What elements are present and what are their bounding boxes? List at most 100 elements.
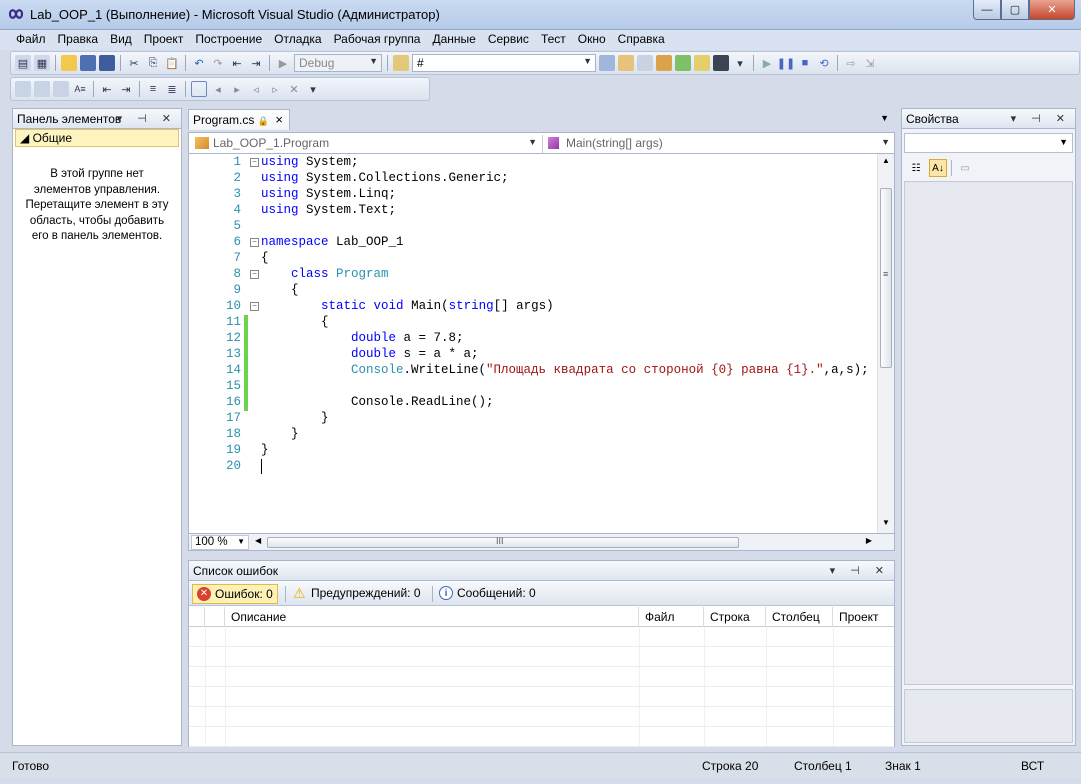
code-line[interactable]: 19}	[189, 443, 879, 459]
warnings-filter-button[interactable]: ⚠ Предупреждений: 0	[289, 584, 425, 604]
code-line[interactable]: 16 Console.ReadLine();	[189, 395, 879, 411]
increase-indent-icon[interactable]: ⇥	[118, 81, 134, 97]
messages-filter-button[interactable]: i Сообщений: 0	[435, 584, 540, 604]
menu-test[interactable]: Тест	[535, 30, 572, 50]
complete-word-icon[interactable]: A≡	[72, 81, 88, 97]
column-header-line[interactable]: Строка	[704, 607, 766, 627]
toolbox-group-general[interactable]: ◢ Общие	[15, 129, 179, 147]
display-object-member-list-icon[interactable]	[15, 81, 31, 97]
menu-window[interactable]: Окно	[572, 30, 612, 50]
code-line[interactable]: 3 using System.Linq;	[189, 187, 879, 203]
vertical-scrollbar[interactable]: ▲ ≡ ▼	[877, 154, 894, 533]
solution-configuration-select[interactable]: Debug ▼	[294, 54, 382, 72]
code-editor[interactable]: 1− using System; 2 using System.Collections…	[188, 154, 895, 533]
column-header-description[interactable]: Описание	[225, 607, 639, 627]
debug-restart-icon[interactable]: ⟲	[816, 55, 832, 71]
panel-controls[interactable]: ▾ ⊣ ✕	[830, 564, 890, 577]
open-folder-icon[interactable]	[61, 55, 77, 71]
comment-lines-icon[interactable]: ≡	[145, 81, 161, 97]
solution-explorer-icon[interactable]	[599, 55, 615, 71]
debug-stop-icon[interactable]: ■	[797, 55, 813, 71]
collapse-icon[interactable]: −	[250, 158, 259, 167]
code-line[interactable]: 6− namespace Lab_OOP_1	[189, 235, 879, 251]
column-header-icon[interactable]	[189, 607, 205, 627]
quick-info-icon[interactable]	[53, 81, 69, 97]
debug-break-icon[interactable]: ❚❚	[777, 55, 795, 71]
vertical-scroll-thumb[interactable]: ≡	[880, 188, 892, 368]
code-line[interactable]: 5	[189, 219, 879, 235]
find-in-files-icon[interactable]	[393, 55, 409, 71]
errors-filter-button[interactable]: ✕ Ошибок: 0	[192, 584, 278, 604]
types-combo[interactable]: Lab_OOP_1.Program ▼	[191, 135, 541, 153]
menu-view[interactable]: Вид	[104, 30, 138, 50]
cut-icon[interactable]: ✂	[126, 55, 142, 71]
team-explorer-icon[interactable]	[694, 55, 710, 71]
active-files-chevron-icon[interactable]: ▼	[880, 113, 889, 123]
command-window-icon[interactable]	[713, 55, 729, 71]
add-item-icon[interactable]: ▦	[34, 55, 50, 71]
scroll-up-icon[interactable]: ▲	[882, 156, 890, 165]
code-line[interactable]: 15	[189, 379, 879, 395]
class-view-icon[interactable]	[675, 55, 691, 71]
property-grid[interactable]	[904, 181, 1073, 685]
object-browser-icon[interactable]	[637, 55, 653, 71]
categorized-icon[interactable]: ☷	[907, 159, 925, 177]
overflow-chevron-icon[interactable]: ▾	[305, 81, 321, 97]
column-header-index[interactable]	[205, 607, 225, 627]
tab-program-cs[interactable]: Program.cs 🔒 ×	[188, 109, 290, 130]
scroll-down-icon[interactable]: ▼	[882, 518, 890, 527]
panel-controls[interactable]: ▾ ⊣ ✕	[1011, 112, 1071, 125]
uncomment-lines-icon[interactable]: ≣	[164, 81, 180, 97]
menu-edit[interactable]: Правка	[52, 30, 105, 50]
zoom-combo[interactable]: 100 % ▼	[191, 535, 249, 550]
parameter-info-icon[interactable]	[34, 81, 50, 97]
menu-tools[interactable]: Сервис	[482, 30, 535, 50]
toolbox-icon[interactable]	[656, 55, 672, 71]
debug-continue-icon[interactable]: ▶	[759, 55, 775, 71]
code-line[interactable]: 17 }	[189, 411, 879, 427]
properties-window-icon[interactable]	[618, 55, 634, 71]
menu-project[interactable]: Проект	[138, 30, 190, 50]
column-header-column[interactable]: Столбец	[766, 607, 833, 627]
redo-icon[interactable]: ↷	[210, 55, 226, 71]
toggle-bookmark-icon[interactable]	[191, 81, 207, 97]
find-combo[interactable]: # ▼	[412, 54, 596, 72]
property-pages-icon[interactable]: ▭	[956, 159, 974, 177]
properties-object-select[interactable]: ▼	[904, 133, 1073, 153]
collapse-icon[interactable]: −	[250, 238, 259, 247]
members-combo[interactable]: Main(string[] args) ▼	[544, 135, 894, 153]
scroll-left-icon[interactable]: ◀	[255, 536, 261, 545]
code-line[interactable]: 2 using System.Collections.Generic;	[189, 171, 879, 187]
code-line[interactable]: 13 double s = a * a;	[189, 347, 879, 363]
code-line[interactable]: 4 using System.Text;	[189, 203, 879, 219]
menu-help[interactable]: Справка	[612, 30, 671, 50]
code-line[interactable]: 1− using System;	[189, 155, 879, 171]
navigate-forward-icon[interactable]: ⇥	[248, 55, 264, 71]
navigate-backward-icon[interactable]: ⇤	[229, 55, 245, 71]
menu-debug[interactable]: Отладка	[268, 30, 327, 50]
close-tab-icon[interactable]: ×	[275, 112, 283, 127]
code-line[interactable]: 10− static void Main(string[] args)	[189, 299, 879, 315]
code-line[interactable]: 7{	[189, 251, 879, 267]
code-line[interactable]: 12 double a = 7.8;	[189, 331, 879, 347]
paste-icon[interactable]: 📋	[164, 55, 180, 71]
alphabetical-icon[interactable]: A↓	[929, 159, 947, 177]
code-line[interactable]: 18 }	[189, 427, 879, 443]
column-header-file[interactable]: Файл	[639, 607, 704, 627]
undo-icon[interactable]: ↶	[191, 55, 207, 71]
save-all-icon[interactable]	[99, 55, 115, 71]
menu-build[interactable]: Построение	[189, 30, 268, 50]
start-debugging-icon[interactable]: ▶	[275, 55, 291, 71]
next-bookmark-icon[interactable]: ▸	[229, 81, 245, 97]
code-line[interactable]: 20	[189, 459, 879, 475]
close-button[interactable]: ✕	[1029, 0, 1075, 20]
code-line[interactable]: 14 Console.WriteLine("Площадь квадрата с…	[189, 363, 879, 379]
clear-bookmarks-icon[interactable]: ✕	[286, 81, 302, 97]
menu-team[interactable]: Рабочая группа	[328, 30, 427, 50]
code-line[interactable]: 8− class Program	[189, 267, 879, 283]
overflow-chevron-icon[interactable]: ▾	[732, 55, 748, 71]
horizontal-scroll-thumb[interactable]: III	[267, 536, 739, 548]
collapse-icon[interactable]: −	[250, 270, 259, 279]
save-icon[interactable]	[80, 55, 96, 71]
maximize-button[interactable]: ▢	[1001, 0, 1029, 20]
